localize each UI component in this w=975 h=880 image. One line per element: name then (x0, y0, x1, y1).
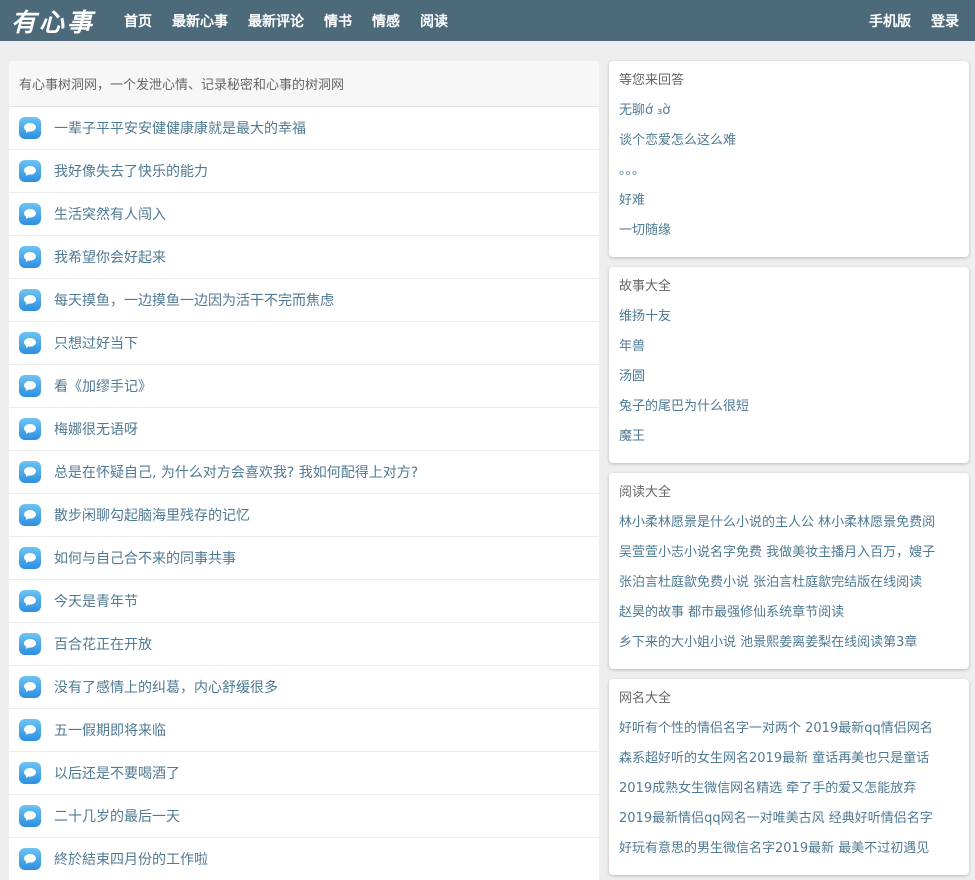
list-item[interactable]: 每天摸鱼，一边摸鱼一边因为活干不完而焦虑 (9, 279, 599, 322)
list-item[interactable]: 我希望你会好起来 (9, 236, 599, 279)
nav-latest-stories[interactable]: 最新心事 (172, 11, 228, 31)
reading-link[interactable]: 乡下来的大小姐小说 池景熙姜离姜梨在线阅读第3章 (619, 623, 959, 653)
reading-link[interactable]: 赵昊的故事 都市最强修仙系统章节阅读 (619, 593, 959, 623)
answer-link[interactable]: 。。。 (619, 151, 959, 181)
answer-card: 等您来回答 无聊ớ ₃ờ 谈个恋爱怎么这么难 。。。 好难 一切随缘 (609, 61, 969, 257)
chat-bubble-icon (19, 375, 41, 397)
story-title-link[interactable]: 散步闲聊勾起脑海里残存的记忆 (54, 505, 250, 525)
answer-link[interactable]: 一切随缘 (619, 211, 959, 241)
netname-link[interactable]: 森系超好听的女生网名2019最新 童话再美也只是童话 (619, 739, 959, 769)
stories-card-title: 故事大全 (619, 279, 672, 294)
story-title-link[interactable]: 二十几岁的最后一天 (54, 806, 180, 826)
list-item[interactable]: 散步闲聊勾起脑海里残存的记忆 (9, 494, 599, 537)
nav-latest-comments[interactable]: 最新评论 (248, 11, 304, 31)
list-item[interactable]: 一辈子平平安安健健康康就是最大的幸福 (9, 107, 599, 150)
list-item[interactable]: 我好像失去了快乐的能力 (9, 150, 599, 193)
list-item[interactable]: 只想过好当下 (9, 322, 599, 365)
chat-bubble-icon (19, 633, 41, 655)
chat-bubble-icon (19, 719, 41, 741)
top-navbar: 有心事 首页 最新心事 最新评论 情书 情感 阅读 手机版 登录 (0, 0, 975, 41)
stories-card: 故事大全 维扬十友 年兽 汤圆 兔子的尾巴为什么很短 魔王 (609, 267, 969, 463)
list-item[interactable]: 二十几岁的最后一天 (9, 795, 599, 838)
story-title-link[interactable]: 梅娜很无语呀 (54, 419, 138, 439)
reading-link[interactable]: 林小柔林愿景是什么小说的主人公 林小柔林愿景免费阅 (619, 503, 959, 533)
netnames-card-title: 网名大全 (619, 691, 672, 706)
netname-link[interactable]: 好玩有意思的男生微信名字2019最新 最美不过初遇见 (619, 829, 959, 859)
site-intro: 有心事树洞网，一个发泄心情、记录秘密和心事的树洞网 (9, 61, 599, 107)
nav-love-letters[interactable]: 情书 (324, 11, 352, 31)
chat-bubble-icon (19, 117, 41, 139)
story-title-link[interactable]: 我希望你会好起来 (54, 247, 166, 267)
chat-bubble-icon (19, 547, 41, 569)
story-link[interactable]: 魔王 (619, 417, 959, 447)
list-item[interactable]: 如何与自己合不来的同事共事 (9, 537, 599, 580)
netname-link[interactable]: 2019成熟女生微信网名精选 牵了手的爱又怎能放弃 (619, 769, 959, 799)
list-item[interactable]: 看《加缪手记》 (9, 365, 599, 408)
netname-link[interactable]: 2019最新情侣qq网名一对唯美古风 经典好听情侣名字 (619, 799, 959, 829)
story-link[interactable]: 维扬十友 (619, 297, 959, 327)
chat-bubble-icon (19, 160, 41, 182)
netnames-card: 网名大全 好听有个性的情侣名字一对两个 2019最新qq情侣网名 森系超好听的女… (609, 679, 969, 875)
answer-link[interactable]: 无聊ớ ₃ờ (619, 91, 959, 121)
chat-bubble-icon (19, 848, 41, 870)
chat-bubble-icon (19, 289, 41, 311)
nav-reading[interactable]: 阅读 (420, 11, 448, 31)
story-list: 一辈子平平安安健健康康就是最大的幸福 我好像失去了快乐的能力 生活突然有人闯入 我希望… (9, 107, 599, 880)
list-item[interactable]: 以后还是不要喝酒了 (9, 752, 599, 795)
nav-home[interactable]: 首页 (124, 11, 152, 31)
chat-bubble-icon (19, 461, 41, 483)
list-item[interactable]: 今天是青年节 (9, 580, 599, 623)
story-title-link[interactable]: 以后还是不要喝酒了 (54, 763, 180, 783)
site-logo[interactable]: 有心事 (11, 2, 95, 39)
answer-link[interactable]: 谈个恋爱怎么这么难 (619, 121, 959, 151)
chat-bubble-icon (19, 246, 41, 268)
story-title-link[interactable]: 如何与自己合不来的同事共事 (54, 548, 236, 568)
story-title-link[interactable]: 我好像失去了快乐的能力 (54, 161, 208, 181)
story-title-link[interactable]: 看《加缪手记》 (54, 376, 152, 396)
reading-link[interactable]: 吴萱萱小志小说名字免费 我做美妆主播月入百万，嫂子 (619, 533, 959, 563)
list-item[interactable]: 終於結束四月份的工作啦 (9, 838, 599, 880)
reading-card-title: 阅读大全 (619, 485, 672, 500)
story-link[interactable]: 兔子的尾巴为什么很短 (619, 387, 959, 417)
reading-card: 阅读大全 林小柔林愿景是什么小说的主人公 林小柔林愿景免费阅 吴萱萱小志小说名字… (609, 473, 969, 669)
list-item[interactable]: 总是在怀疑自己, 为什么对方会喜欢我? 我如何配得上对方? (9, 451, 599, 494)
main-nav: 首页 最新心事 最新评论 情书 情感 阅读 (114, 0, 458, 41)
list-item[interactable]: 没有了感情上的纠葛，内心舒缓很多 (9, 666, 599, 709)
list-item[interactable]: 五一假期即将来临 (9, 709, 599, 752)
chat-bubble-icon (19, 203, 41, 225)
story-title-link[interactable]: 生活突然有人闯入 (54, 204, 166, 224)
story-title-link[interactable]: 今天是青年节 (54, 591, 138, 611)
story-title-link[interactable]: 总是在怀疑自己, 为什么对方会喜欢我? 我如何配得上对方? (54, 462, 418, 482)
chat-bubble-icon (19, 504, 41, 526)
chat-bubble-icon (19, 805, 41, 827)
right-nav: 手机版 登录 (859, 0, 969, 41)
list-item[interactable]: 百合花正在开放 (9, 623, 599, 666)
story-title-link[interactable]: 一辈子平平安安健健康康就是最大的幸福 (54, 118, 306, 138)
answer-link[interactable]: 好难 (619, 181, 959, 211)
story-title-link[interactable]: 終於結束四月份的工作啦 (54, 849, 208, 869)
login-link[interactable]: 登录 (931, 11, 959, 31)
list-item[interactable]: 生活突然有人闯入 (9, 193, 599, 236)
chat-bubble-icon (19, 332, 41, 354)
netname-link[interactable]: 好听有个性的情侣名字一对两个 2019最新qq情侣网名 (619, 709, 959, 739)
list-item[interactable]: 梅娜很无语呀 (9, 408, 599, 451)
story-title-link[interactable]: 五一假期即将来临 (54, 720, 166, 740)
chat-bubble-icon (19, 590, 41, 612)
story-title-link[interactable]: 没有了感情上的纠葛，内心舒缓很多 (54, 677, 278, 697)
story-title-link[interactable]: 每天摸鱼，一边摸鱼一边因为活干不完而焦虑 (54, 290, 334, 310)
nav-emotions[interactable]: 情感 (372, 11, 400, 31)
chat-bubble-icon (19, 676, 41, 698)
mobile-version-link[interactable]: 手机版 (869, 11, 911, 31)
story-link[interactable]: 汤圆 (619, 357, 959, 387)
chat-bubble-icon (19, 418, 41, 440)
story-list-panel: 有心事树洞网，一个发泄心情、记录秘密和心事的树洞网 一辈子平平安安健健康康就是最… (9, 61, 599, 880)
story-title-link[interactable]: 百合花正在开放 (54, 634, 152, 654)
chat-bubble-icon (19, 762, 41, 784)
story-link[interactable]: 年兽 (619, 327, 959, 357)
answer-card-title: 等您来回答 (619, 73, 685, 88)
reading-link[interactable]: 张泊言杜庭歙免费小说 张泊言杜庭歙完结版在线阅读 (619, 563, 959, 593)
story-title-link[interactable]: 只想过好当下 (54, 333, 138, 353)
